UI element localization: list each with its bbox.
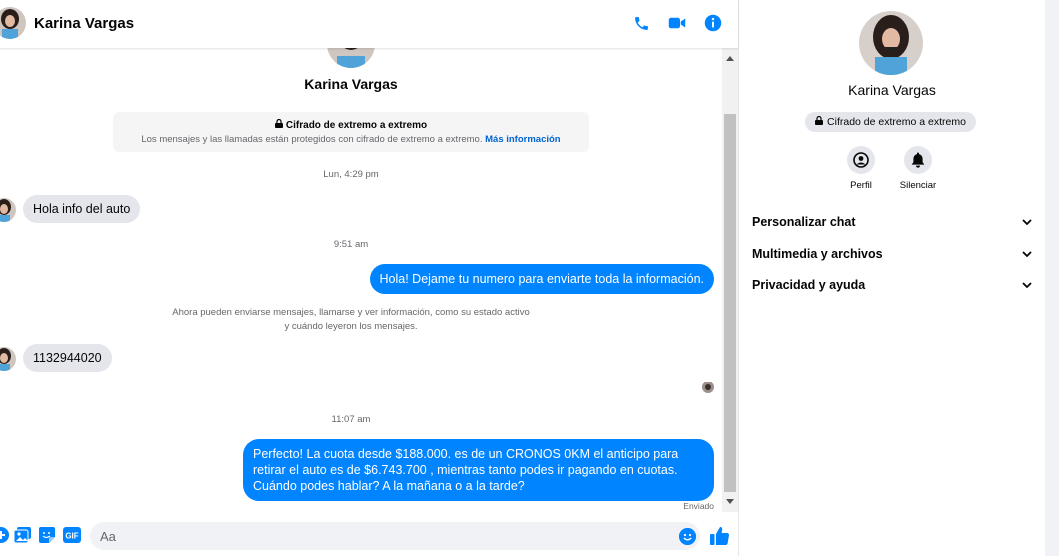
encryption-notice-description: Los mensajes y las llamadas están proteg… [141,134,561,145]
section-privacy-help[interactable]: Privacidad y ayuda [752,273,1032,297]
scrollbar-thumb[interactable] [724,114,736,492]
system-notice: Ahora pueden enviarse mensajes, llamarse… [172,307,530,332]
seen-indicator-avatar [702,381,714,393]
timestamp-divider: Lun, 4:29 pm [323,169,379,180]
conversation-info-panel: Karina Vargas Cifrado de extremo a extre… [739,0,1045,556]
profile-button[interactable]: Perfil [831,146,891,191]
section-media-files[interactable]: Multimedia y archivos [752,242,1032,266]
lock-icon [274,118,283,131]
chevron-down-icon [1022,276,1032,294]
encryption-notice: Cifrado de extremo a extremo Los mensaje… [113,112,589,152]
incoming-message[interactable]: Hola info del auto [23,195,141,223]
lock-icon [815,115,824,128]
contact-avatar[interactable] [0,7,26,39]
section-customize-chat[interactable]: Personalizar chat [752,210,1032,234]
message-scrollbar[interactable] [722,48,738,512]
timestamp-divider: 9:51 am [333,239,369,250]
profile-label: Perfil [850,180,872,191]
chevron-down-icon [1022,245,1032,263]
scroll-up-arrow-icon[interactable] [726,56,734,61]
contact-avatar-profile [859,11,923,75]
panel-contact-name: Karina Vargas [848,82,936,98]
chat-panel: Karina Vargas Karina Vargas Cifrado de e… [0,0,738,556]
profile-icon [847,146,875,174]
timestamp-divider: 11:07 am [331,414,371,425]
encryption-badge[interactable]: Cifrado de extremo a extremo [805,112,976,132]
chevron-down-icon [1022,213,1032,231]
message-list: Karina Vargas Cifrado de extremo a extre… [0,48,722,512]
outgoing-message[interactable]: Hola! Dejame tu numero para enviarte tod… [369,264,714,294]
mute-button[interactable]: Silenciar [888,146,948,191]
video-camera-icon[interactable] [664,10,690,36]
gif-label: GIF [65,532,78,541]
message-composer: GIF [0,512,738,556]
section-label: Personalizar chat [752,215,856,229]
encryption-notice-title: Cifrado de extremo a extremo [113,118,589,131]
header-actions [628,10,726,36]
info-icon[interactable] [700,10,726,36]
plus-circle-icon[interactable] [0,526,10,544]
contact-avatar-large [327,48,375,68]
section-label: Multimedia y archivos [752,247,883,261]
bell-icon [904,146,932,174]
sender-avatar [0,198,16,222]
scroll-down-arrow-icon[interactable] [726,499,734,504]
contact-name[interactable]: Karina Vargas [34,15,134,32]
message-input[interactable] [90,522,700,550]
thumbs-up-icon[interactable] [710,526,730,546]
gif-icon[interactable]: GIF [62,526,82,544]
delivery-status: Enviado [683,501,714,511]
emoji-icon[interactable] [679,528,696,545]
messenger-app: Karina Vargas Karina Vargas Cifrado de e… [0,0,1059,556]
conversation-contact-name: Karina Vargas [304,76,398,92]
sender-avatar [0,347,16,371]
section-label: Privacidad y ayuda [752,278,866,292]
mute-label: Silenciar [899,180,937,191]
more-info-link[interactable]: Más información [485,134,561,145]
window-edge [1045,0,1059,556]
sticker-icon[interactable] [38,526,56,544]
photo-icon[interactable] [13,526,31,544]
incoming-message[interactable]: 1132944020 [23,344,112,372]
chat-header: Karina Vargas [0,0,738,48]
phone-icon[interactable] [628,10,654,36]
outgoing-message[interactable]: Perfecto! La cuota desde $188.000. es de… [243,439,714,501]
